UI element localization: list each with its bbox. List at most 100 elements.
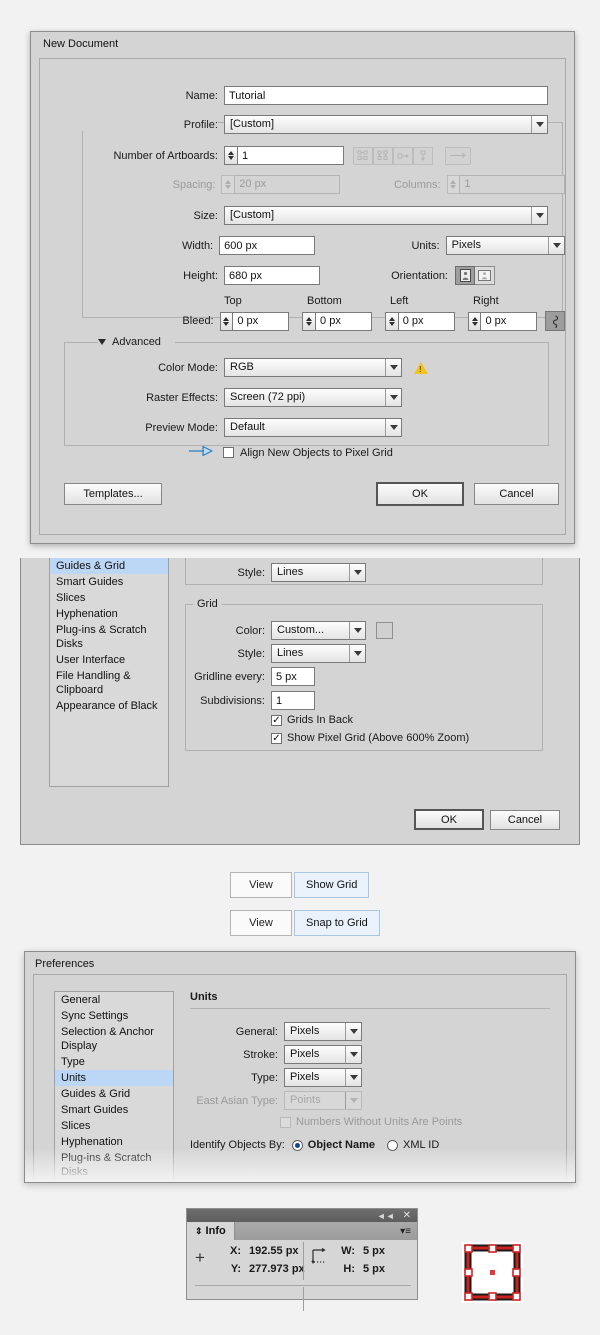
bleed-top-stepper[interactable] — [219, 311, 233, 331]
chevron-down-icon — [345, 1092, 361, 1109]
stepper-down-icon — [450, 185, 457, 189]
bleed-right-stepper[interactable] — [467, 311, 481, 331]
orientation-landscape-button[interactable] — [475, 266, 495, 285]
columns-label: Columns: — [394, 178, 441, 191]
sidebar-item-smart-guides[interactable]: Smart Guides — [50, 574, 168, 590]
sidebar-item-units[interactable]: Units — [50, 542, 168, 558]
grid-style-row: Style: Lines — [185, 644, 545, 663]
subdivisions-row: Subdivisions: — [185, 691, 545, 710]
grids-in-back-checkbox[interactable]: ✓ — [271, 714, 282, 726]
sidebar-item-hyphenation[interactable]: Hyphenation — [50, 606, 168, 622]
artwork-selection-svg — [464, 1244, 521, 1301]
bleed-left-label: Left — [390, 295, 409, 307]
menu-root-view[interactable]: View — [230, 872, 292, 898]
warning-icon — [414, 361, 428, 374]
guides-style-select[interactable]: Lines — [271, 563, 366, 582]
sidebar-item-general[interactable]: General — [55, 992, 173, 1008]
height-label: Height: — [183, 269, 218, 282]
grid-by-column-icon[interactable] — [373, 146, 393, 165]
dimensions-icon — [311, 1247, 329, 1269]
chevron-down-icon — [349, 645, 365, 662]
tab-info[interactable]: ⇕ Info — [187, 1222, 235, 1240]
grid-color-select[interactable]: Custom... — [271, 621, 366, 640]
units-type-select[interactable]: Pixels — [284, 1068, 362, 1087]
ok-button[interactable]: OK — [376, 482, 464, 506]
sidebar-item-type[interactable]: Type — [55, 1054, 173, 1070]
profile-select[interactable]: [Custom] — [224, 115, 548, 134]
chevron-down-icon — [385, 419, 401, 436]
grid-cancel-button[interactable]: Cancel — [490, 810, 560, 830]
grid-style-select[interactable]: Lines — [271, 644, 366, 663]
sidebar-item-plugins-scratch-disks[interactable]: Plug-ins & Scratch Disks — [50, 622, 168, 652]
guides-grid-sidebar[interactable]: Units Guides & Grid Smart Guides Slices … — [49, 542, 169, 787]
artboards-stepper[interactable] — [224, 146, 237, 165]
menu-item-snap-to-grid[interactable]: Snap to Grid — [294, 910, 380, 936]
sidebar-item-appearance-of-black[interactable]: Appearance of Black — [50, 698, 168, 714]
orientation-portrait-button[interactable] — [455, 266, 475, 285]
sidebar-item-guides-grid[interactable]: Guides & Grid — [50, 558, 168, 574]
color-mode-select[interactable]: RGB — [224, 358, 402, 377]
size-select[interactable]: [Custom] — [224, 206, 548, 225]
arrange-in-column-icon[interactable] — [413, 146, 433, 165]
bleed-header-row: Top Bottom Left Right — [40, 295, 565, 307]
close-icon[interactable]: ✕ — [403, 1210, 411, 1221]
sidebar-item-smart-guides[interactable]: Smart Guides — [55, 1102, 173, 1118]
stepper-up-icon — [450, 180, 457, 184]
cancel-button[interactable]: Cancel — [474, 483, 559, 505]
sidebar-item-units[interactable]: Units — [55, 1070, 173, 1086]
info-x-value: 192.55 px — [249, 1245, 299, 1257]
artboards-label: Number of Artboards: — [113, 149, 218, 162]
color-mode-value: RGB — [230, 361, 254, 373]
bleed-left-input[interactable] — [397, 311, 455, 331]
profile-value: [Custom] — [230, 118, 275, 130]
sidebar-item-slices[interactable]: Slices — [50, 590, 168, 606]
arrange-in-row-icon[interactable] — [393, 146, 413, 165]
grid-color-swatch[interactable] — [376, 622, 393, 639]
units-general-select[interactable]: Pixels — [284, 1022, 362, 1041]
sidebar-item-slices[interactable]: Slices — [55, 1118, 173, 1134]
grid-group-label: Grid — [193, 598, 222, 610]
arrange-direction-icon[interactable] — [445, 146, 471, 165]
name-input[interactable] — [224, 86, 548, 105]
bleed-left-stepper[interactable] — [385, 311, 398, 331]
color-mode-label: Color Mode: — [158, 361, 218, 374]
artboards-input[interactable] — [237, 146, 344, 165]
units-stroke-value: Pixels — [290, 1048, 320, 1060]
menu-root-view[interactable]: View — [230, 910, 292, 936]
sidebar-item-user-interface[interactable]: User Interface — [50, 652, 168, 668]
grid-ok-button[interactable]: OK — [414, 809, 484, 830]
bleed-bottom-stepper[interactable] — [302, 311, 316, 331]
panel-menu-icon[interactable]: ▾≡ — [400, 1222, 417, 1240]
stepper-down-icon — [223, 321, 230, 326]
sidebar-item-sync-settings[interactable]: Sync Settings — [55, 1008, 173, 1024]
width-input[interactable] — [219, 236, 316, 255]
sidebar-item-selection-anchor-display[interactable]: Selection & Anchor Display — [55, 1024, 173, 1054]
orientation-buttons — [455, 266, 495, 285]
show-pixel-grid-checkbox[interactable]: ✓ — [271, 732, 282, 744]
sidebar-item-guides-grid[interactable]: Guides & Grid — [55, 1086, 173, 1102]
height-input[interactable] — [224, 266, 320, 285]
templates-button[interactable]: Templates... — [64, 483, 162, 505]
collapse-panel-icon[interactable]: ◄◄ — [377, 1211, 395, 1221]
align-pixel-grid-checkbox[interactable] — [223, 447, 234, 458]
grid-by-row-icon[interactable] — [353, 146, 373, 165]
info-panel-body: + X: 192.55 px Y: 277.973 px W: 5 px H: … — [187, 1240, 417, 1311]
sidebar-item-file-handling-clipboard[interactable]: File Handling & Clipboard — [50, 668, 168, 698]
bleed-link-button[interactable] — [545, 311, 565, 331]
gridline-every-input[interactable] — [271, 667, 315, 686]
preview-mode-select[interactable]: Default — [224, 418, 402, 437]
subdivisions-input[interactable] — [271, 691, 315, 710]
bleed-right-input[interactable] — [480, 311, 538, 331]
sort-arrows-icon: ⇕ — [195, 1225, 203, 1236]
units-stroke-select[interactable]: Pixels — [284, 1045, 362, 1064]
units-select[interactable]: Pixels — [445, 236, 565, 255]
menu-item-show-grid[interactable]: Show Grid — [294, 872, 370, 898]
subdivisions-label: Subdivisions: — [200, 694, 265, 707]
bleed-top-input[interactable] — [232, 311, 290, 331]
bleed-bottom-input[interactable] — [315, 311, 373, 331]
stepper-down-icon — [225, 185, 232, 189]
units-type-value: Pixels — [290, 1071, 320, 1083]
bleed-label: Bleed: — [182, 315, 214, 327]
link-chain-icon — [552, 315, 558, 328]
raster-effects-select[interactable]: Screen (72 ppi) — [224, 388, 402, 407]
